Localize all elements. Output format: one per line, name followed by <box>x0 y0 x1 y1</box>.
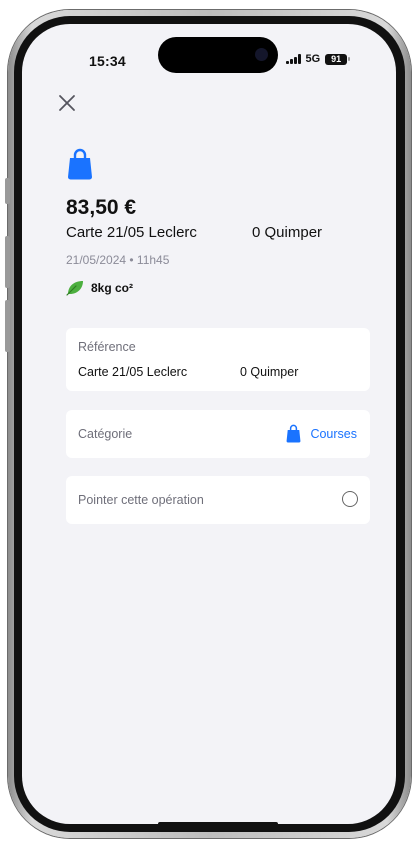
status-time: 15:34 <box>89 53 126 69</box>
reference-label: Référence <box>78 340 136 354</box>
dynamic-island <box>158 37 278 73</box>
status-indicators: 5G 91 <box>286 53 351 65</box>
shopping-bag-icon <box>67 148 93 180</box>
volume-up-button <box>5 236 10 288</box>
signal-icon <box>286 54 301 64</box>
network-type: 5G <box>305 53 321 65</box>
volume-down-button <box>5 300 10 352</box>
screen: 15:34 5G 91 83,50 € Carte 21/05 Leclerc … <box>22 24 396 824</box>
transaction-amount: 83,50 € <box>66 196 137 219</box>
reference-card: Référence Carte 21/05 Leclerc 0 Quimper <box>66 328 370 391</box>
category-selector[interactable]: Courses <box>286 424 357 443</box>
co2-indicator: 8kg co² <box>66 280 133 296</box>
leaf-icon <box>66 281 83 296</box>
pointer-row[interactable]: Pointer cette opération <box>66 476 370 524</box>
transaction-label: Carte 21/05 Leclerc <box>66 224 197 241</box>
category-value: Courses <box>310 426 357 441</box>
pointer-radio[interactable] <box>342 491 358 507</box>
action-button <box>5 178 10 204</box>
category-row[interactable]: Catégorie Courses <box>66 410 370 458</box>
battery-tip <box>348 57 351 61</box>
close-icon <box>59 95 75 111</box>
reference-location: 0 Quimper <box>240 365 299 379</box>
reference-value: Carte 21/05 Leclerc <box>78 365 188 379</box>
pointer-label: Pointer cette opération <box>78 493 204 507</box>
transaction-location: 0 Quimper <box>252 224 323 241</box>
battery-icon: 91 <box>325 53 348 65</box>
front-camera <box>255 48 268 61</box>
transaction-date: 21/05/2024 • 11h45 <box>66 253 170 267</box>
close-button[interactable] <box>56 92 78 114</box>
shopping-bag-icon <box>287 424 301 443</box>
co2-value: 8kg co² <box>91 281 134 295</box>
category-label: Catégorie <box>78 427 133 441</box>
home-indicator[interactable] <box>158 822 278 824</box>
